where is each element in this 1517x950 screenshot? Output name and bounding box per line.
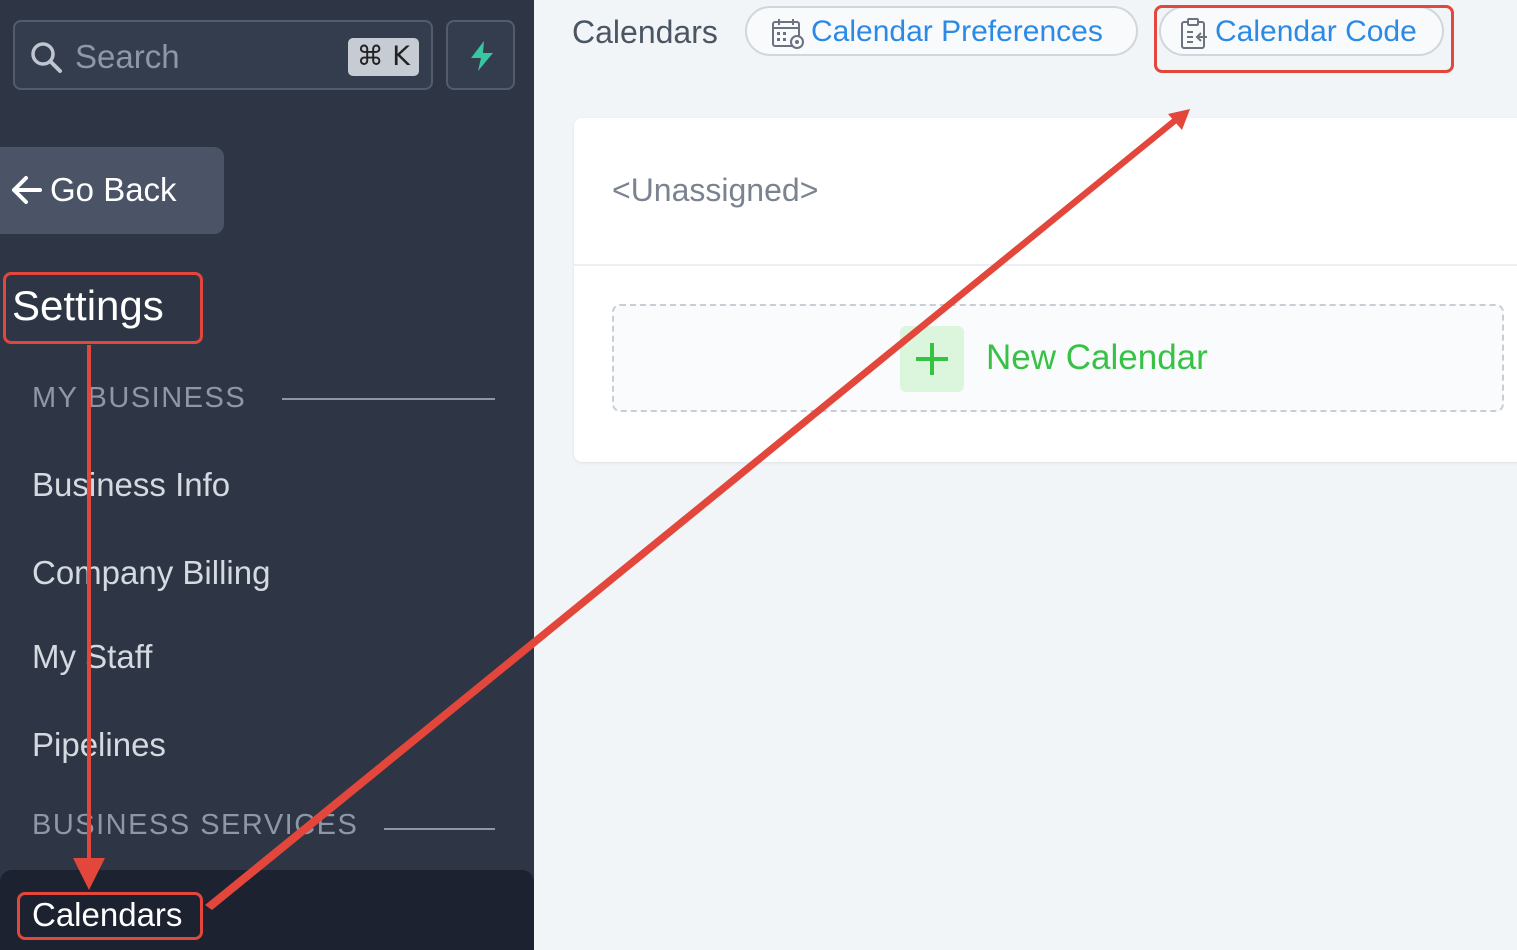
section-business-services: BUSINESS SERVICES [32,809,359,841]
sidebar-item-company-billing[interactable]: Company Billing [32,554,270,592]
plus-icon-box [900,326,964,392]
highlight-calendars [17,892,203,940]
page-title: Calendars [572,14,718,50]
group-name: <Unassigned> [612,172,819,208]
main-content: Calendars Calendar Preferences Calendar … [534,0,1517,950]
calendar-settings-icon [772,19,804,49]
arrow-left-icon [12,176,42,204]
highlight-calendar-code [1154,5,1454,73]
search-shortcut-badge: ⌘ K [347,38,419,76]
sidebar-item-my-staff[interactable]: My Staff [32,638,152,676]
section-divider [282,398,495,400]
section-divider [384,828,495,830]
sidebar-item-business-info[interactable]: Business Info [32,466,230,504]
plus-icon [916,343,948,375]
search-placeholder: Search [75,38,180,75]
new-calendar-button[interactable]: New Calendar [612,304,1504,412]
card-divider [574,264,1517,266]
search-icon [31,42,62,73]
go-back-label: Go Back [50,171,177,208]
section-my-business: MY BUSINESS [32,382,247,414]
calendar-preferences-button[interactable]: Calendar Preferences [745,6,1138,56]
sidebar: Search ⌘ K Go Back Settings MY BUSINESS … [0,0,534,950]
bolt-icon [471,41,493,71]
calendar-group-card: <Unassigned> New Calendar [574,118,1517,462]
calendar-preferences-label: Calendar Preferences [811,15,1103,48]
quick-actions-button[interactable] [446,20,515,90]
search-input[interactable]: Search ⌘ K [13,20,433,90]
new-calendar-label: New Calendar [986,338,1208,377]
sidebar-item-pipelines[interactable]: Pipelines [32,726,166,764]
highlight-settings [3,272,203,344]
go-back-button[interactable]: Go Back [0,147,224,234]
